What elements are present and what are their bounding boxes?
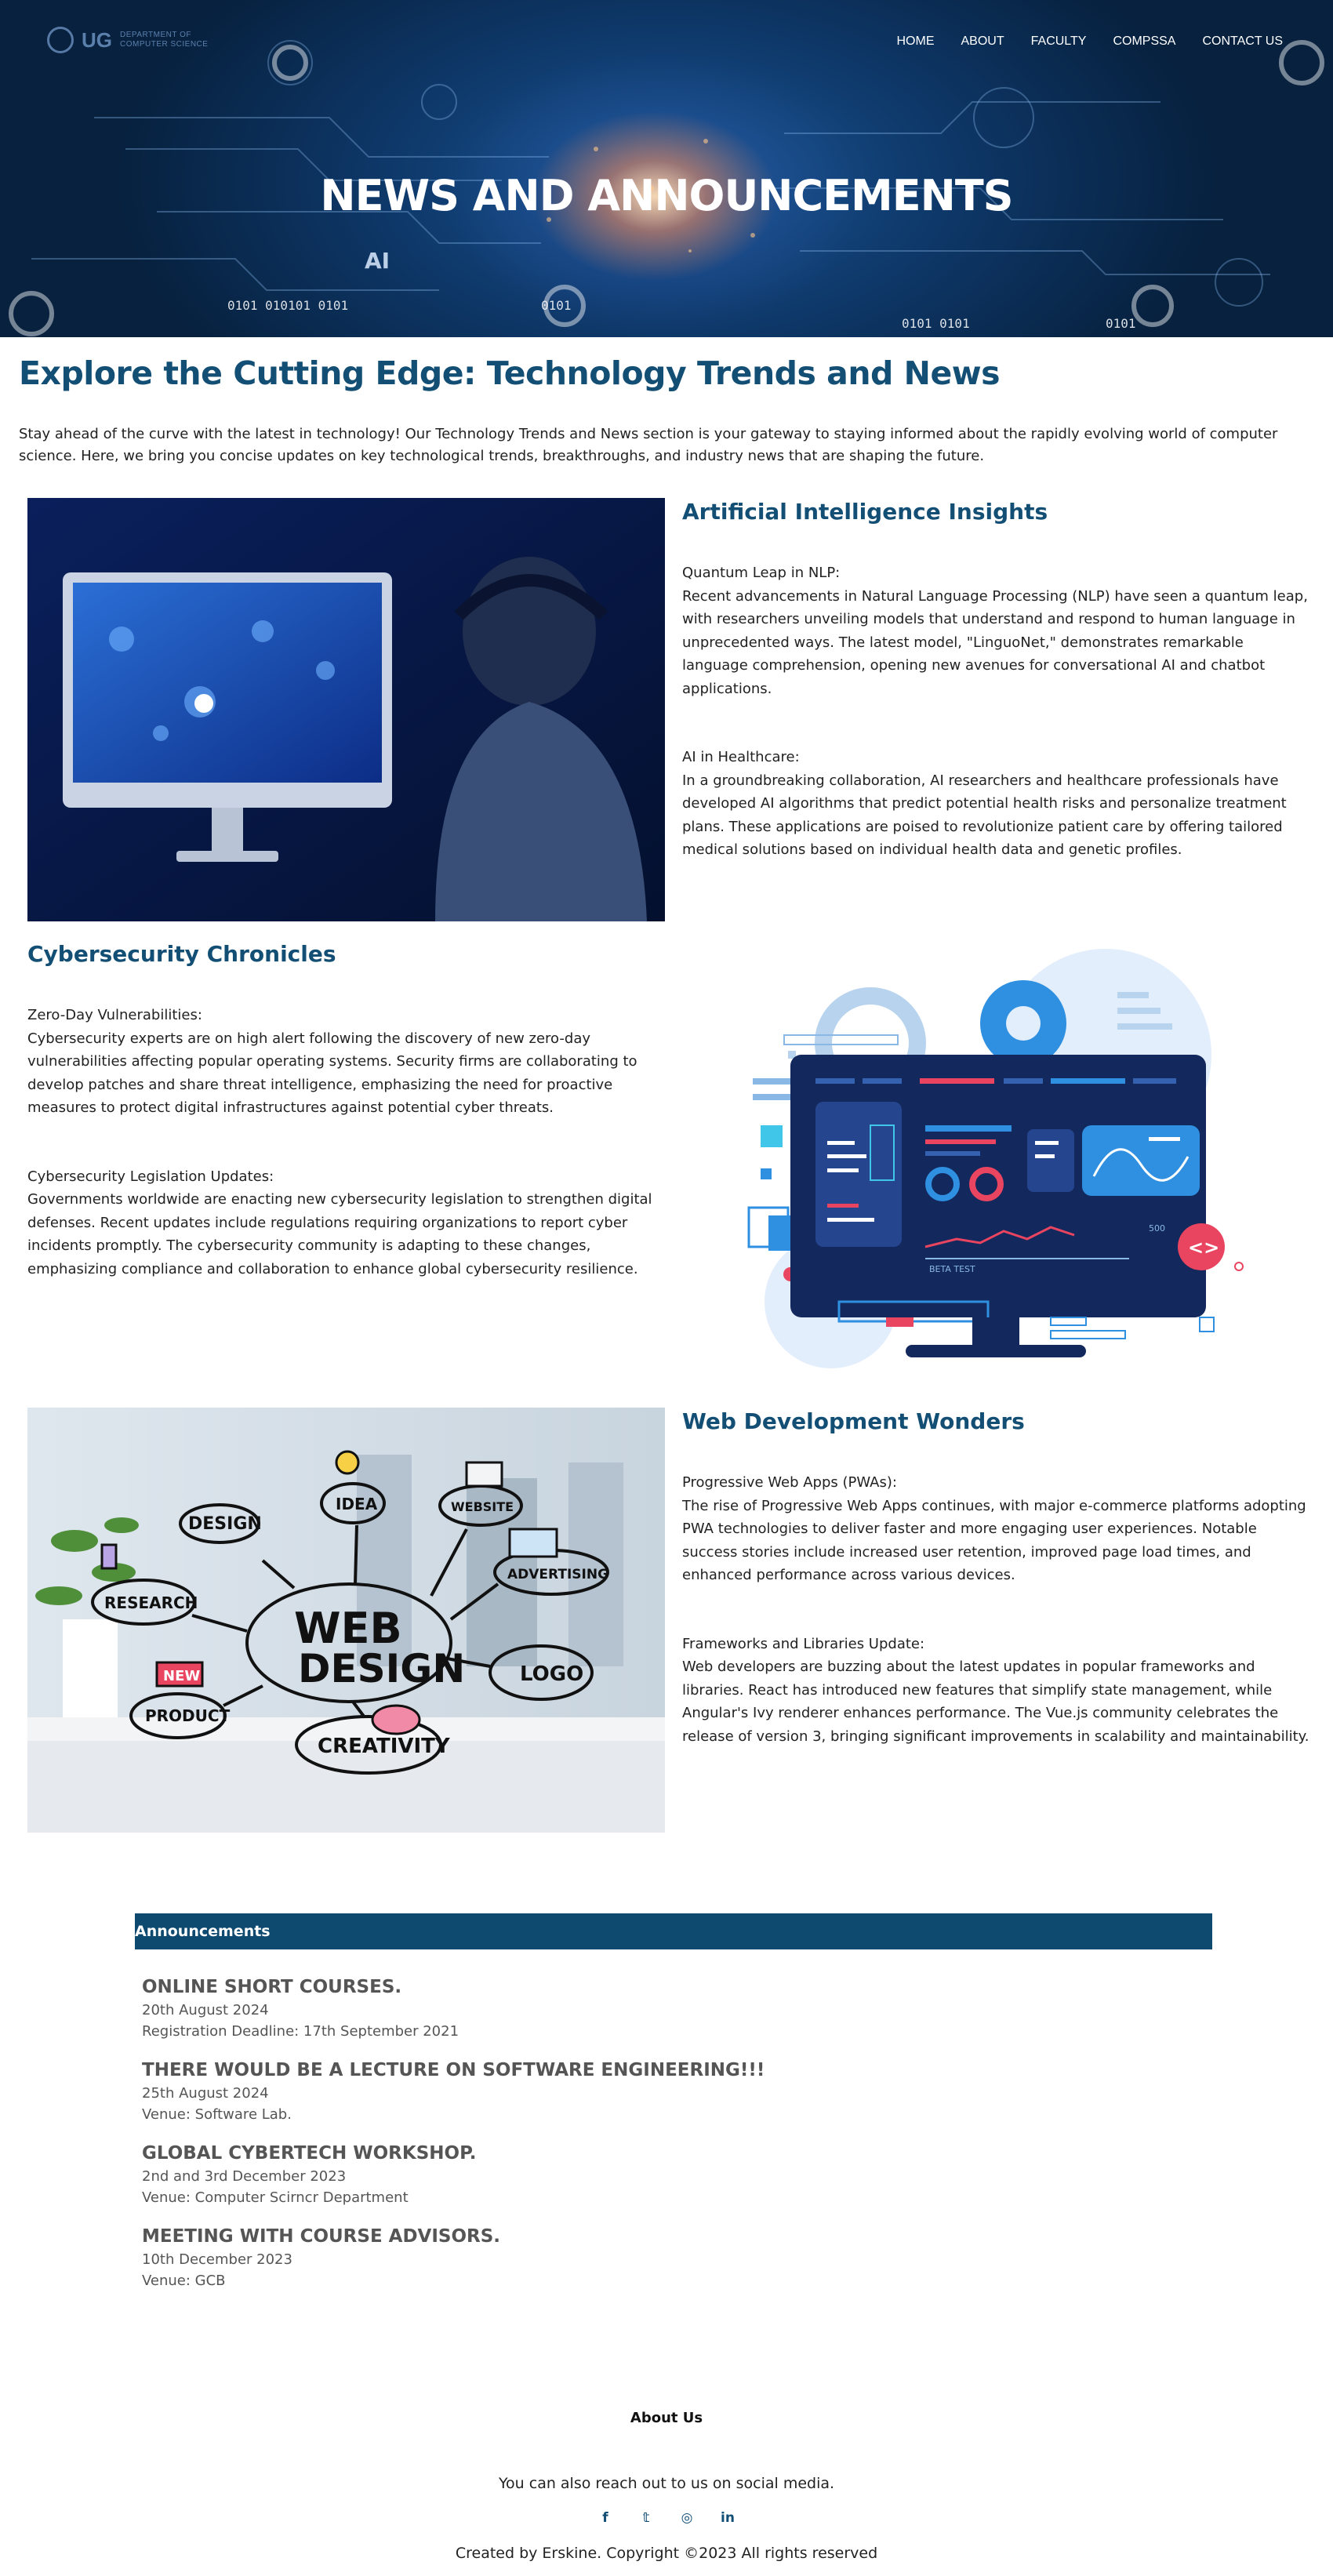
announcement-title: ONLINE SHORT COURSES.	[142, 1977, 402, 1997]
doodle-text: ADVERTISING	[507, 1567, 608, 1582]
doodle-text: NEW	[163, 1668, 200, 1684]
announcement-title: THERE WOULD BE A LECTURE ON SOFTWARE ENG…	[142, 2060, 765, 2080]
ai-label: AI	[365, 248, 390, 274]
site-logo[interactable]: UG DEPARTMENT OF COMPUTER SCIENCE	[47, 27, 208, 53]
twitter-icon[interactable]: 𝕥	[637, 2509, 655, 2527]
article-paragraph: Progressive Web Apps (PWAs): The rise of…	[682, 1471, 1313, 1587]
binary-text: 0101 0101	[902, 316, 970, 331]
article-heading: Frameworks and Libraries Update:	[682, 1635, 925, 1652]
doodle-text: WEBSITE	[451, 1499, 514, 1514]
linkedin-icon[interactable]: in	[719, 2509, 736, 2527]
announcement-date: 10th December 2023	[142, 2251, 292, 2268]
announcement-detail: Venue: Computer Scirncr Department	[142, 2189, 409, 2206]
announcement-item: THERE WOULD BE A LECTURE ON SOFTWARE ENG…	[142, 2058, 1161, 2125]
hero-banner: AI 0101 010101 0101 0101 0101 0101 0101 …	[0, 0, 1333, 337]
announcement-item: MEETING WITH COURSE ADVISORS. 10th Decem…	[142, 2224, 1161, 2291]
logo-abbreviation: UG	[82, 27, 112, 52]
logo-emblem-icon	[47, 27, 74, 53]
announcement-title: MEETING WITH COURSE ADVISORS.	[142, 2226, 501, 2247]
announcement-detail: Venue: Software Lab.	[142, 2106, 292, 2123]
binary-text: 0101 010101 0101	[227, 298, 348, 313]
doodle-text: IDEA	[336, 1495, 378, 1513]
main-nav: HOME ABOUT FACULTY COMPSSA CONTACT US	[897, 35, 1284, 49]
announcements-header: Announcements	[135, 1913, 1212, 1949]
logo-line: DEPARTMENT OF	[120, 31, 191, 39]
announcement-detail: Registration Deadline: 17th September 20…	[142, 2023, 459, 2040]
web-section-image: WEB DESIGN IDEA WEBSITE DESIGN RESEARCH …	[27, 1408, 665, 1833]
dashboard-illustration: BETA TEST 500 <>	[747, 949, 1244, 1368]
binary-text: 0101	[1106, 316, 1136, 331]
doodle-text: DESIGN	[188, 1514, 262, 1534]
article-paragraph: Frameworks and Libraries Update: Web dev…	[682, 1633, 1313, 1749]
cyber-section-image: BETA TEST 500 <>	[737, 949, 1270, 1380]
page-title: NEWS AND ANNOUNCEMENTS	[320, 171, 1013, 220]
section-title-cyber: Cybersecurity Chronicles	[27, 941, 336, 967]
article-text: Recent advancements in Natural Language …	[682, 587, 1308, 697]
announcement-detail: Venue: GCB	[142, 2273, 226, 2289]
doodle-text: CREATIVITY	[318, 1735, 451, 1758]
article-heading: Zero-Day Vulnerabilities:	[27, 1007, 202, 1023]
binary-text: 0101	[541, 298, 572, 313]
svg-text:<>: <>	[1188, 1237, 1219, 1259]
web-design-doodle-illustration: WEB DESIGN IDEA WEBSITE DESIGN RESEARCH …	[27, 1408, 665, 1833]
article-text: The rise of Progressive Web Apps continu…	[682, 1497, 1306, 1584]
article-heading: Cybersecurity Legislation Updates:	[27, 1168, 274, 1185]
logo-line: COMPUTER SCIENCE	[120, 40, 209, 49]
announcement-date: 20th August 2024	[142, 2002, 269, 2018]
article-paragraph: AI in Healthcare: In a groundbreaking co…	[682, 746, 1313, 862]
intro-text: Stay ahead of the curve with the latest …	[19, 426, 1278, 464]
nav-contact-us[interactable]: CONTACT US	[1202, 35, 1283, 49]
article-paragraph: Zero-Day Vulnerabilities: Cybersecurity …	[27, 1004, 666, 1120]
nav-compssa[interactable]: COMPSSA	[1113, 35, 1175, 49]
article-paragraph: Cybersecurity Legislation Updates: Gover…	[27, 1165, 666, 1281]
article-text: Web developers are buzzing about the lat…	[682, 1659, 1309, 1745]
footer-social-text: You can also reach out to us on social m…	[498, 2475, 835, 2492]
social-links: f 𝕥 ◎ in	[0, 2509, 1333, 2527]
doodle-text: DESIGN	[298, 1646, 465, 1691]
announcements-list: ONLINE SHORT COURSES. 20th August 2024 R…	[142, 1975, 1161, 2307]
ai-section-image	[27, 498, 665, 921]
doodle-text: RESEARCH	[104, 1593, 198, 1612]
section-body-web: Progressive Web Apps (PWAs): The rise of…	[682, 1471, 1313, 1748]
section-title-ai: Artificial Intelligence Insights	[682, 499, 1048, 525]
section-title-web: Web Development Wonders	[682, 1408, 1025, 1434]
copyright-text: Created by Erskine. Copyright ©2023 All …	[455, 2545, 878, 2562]
instagram-icon[interactable]: ◎	[678, 2509, 696, 2527]
doodle-text: PRODUCT	[145, 1706, 231, 1725]
person-at-computer-illustration	[27, 498, 665, 921]
illustration-text: BETA TEST	[929, 1264, 975, 1274]
article-text: Cybersecurity experts are on high alert …	[27, 1030, 637, 1117]
illustration-text: 500	[1149, 1223, 1165, 1234]
article-text: Governments worldwide are enacting new c…	[27, 1191, 652, 1277]
section-body-cyber: Zero-Day Vulnerabilities: Cybersecurity …	[27, 1004, 666, 1281]
announcement-item: GLOBAL CYBERTECH WORKSHOP. 2nd and 3rd D…	[142, 2141, 1161, 2208]
facebook-icon[interactable]: f	[597, 2509, 614, 2527]
announcement-date: 25th August 2024	[142, 2085, 269, 2102]
intro-title: Explore the Cutting Edge: Technology Tre…	[19, 354, 1001, 392]
article-text: In a groundbreaking collaboration, AI re…	[682, 772, 1287, 859]
footer-about-heading[interactable]: About Us	[0, 2410, 1333, 2426]
announcement-date: 2nd and 3rd December 2023	[142, 2168, 347, 2185]
nav-faculty[interactable]: FACULTY	[1031, 35, 1087, 49]
article-heading: Quantum Leap in NLP:	[682, 565, 841, 581]
article-paragraph: Quantum Leap in NLP: Recent advancements…	[682, 561, 1313, 700]
article-heading: Progressive Web Apps (PWAs):	[682, 1474, 897, 1491]
nav-home[interactable]: HOME	[897, 35, 935, 49]
doodle-text: LOGO	[520, 1662, 583, 1686]
announcement-item: ONLINE SHORT COURSES. 20th August 2024 R…	[142, 1975, 1161, 2042]
section-body-ai: Quantum Leap in NLP: Recent advancements…	[682, 561, 1313, 862]
article-heading: AI in Healthcare:	[682, 749, 800, 765]
logo-text: DEPARTMENT OF COMPUTER SCIENCE	[120, 31, 208, 49]
nav-about[interactable]: ABOUT	[961, 35, 1004, 49]
announcement-title: GLOBAL CYBERTECH WORKSHOP.	[142, 2143, 477, 2164]
